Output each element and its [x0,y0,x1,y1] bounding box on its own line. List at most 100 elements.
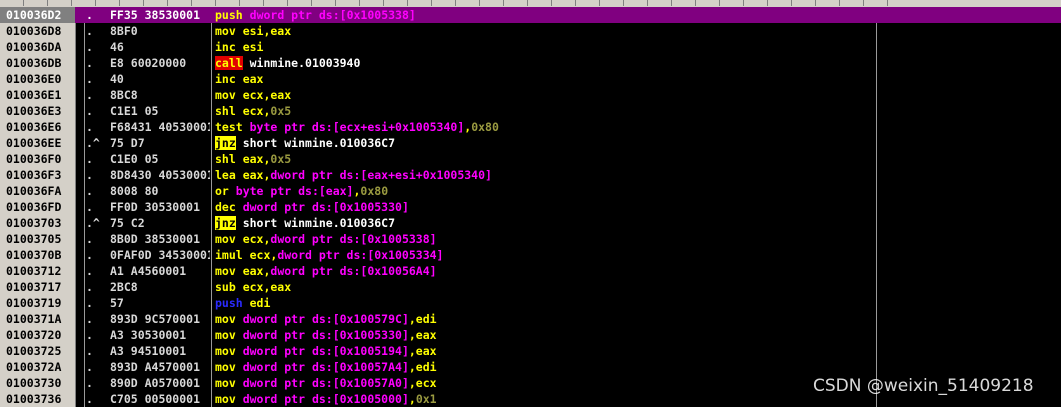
address-cell[interactable]: 01003717 [0,279,75,295]
disassembly-cell[interactable]: or byte ptr ds:[eax],0x80 [215,183,388,199]
disassembly-cell[interactable]: mov dword ptr ds:[0x1005330],eax [215,327,437,343]
instruction-row[interactable]: 010036E0. 40 inc eax [0,71,1061,87]
disassembly-cell[interactable]: call winmine.01003940 [215,55,360,71]
disassembly-cell[interactable]: shl eax,0x5 [215,151,291,167]
hex-bytes-cell[interactable]: C1E0 05 [110,151,210,167]
hex-bytes-cell[interactable]: FF35 38530001 [110,7,210,23]
disassembly-cell[interactable]: inc esi [215,39,263,55]
disassembly-cell[interactable]: shl ecx,0x5 [215,103,291,119]
hex-bytes-cell[interactable]: 75 D7 [110,135,210,151]
hex-bytes-cell[interactable]: 40 [110,71,210,87]
hex-bytes-cell[interactable]: 8D8430 40530001 [110,167,210,183]
disassembly-cell[interactable]: push edi [215,295,270,311]
address-cell[interactable]: 010036E0 [0,71,75,87]
instruction-row[interactable]: 010036EE .^ 75 D7 jnz short winmine.010036C… [0,135,1061,151]
hex-bytes-cell[interactable]: 0FAF0D 34530001 [110,247,210,263]
hex-bytes-cell[interactable]: A3 30530001 [110,327,210,343]
hex-bytes-cell[interactable]: 2BC8 [110,279,210,295]
instruction-row[interactable]: 010036E1. 8BC8 mov ecx,eax [0,87,1061,103]
hex-bytes-cell[interactable]: FF0D 30530001 [110,199,210,215]
hex-bytes-cell[interactable]: 893D 9C570001 [110,311,210,327]
address-cell[interactable]: 010036D2 [0,7,75,23]
address-cell[interactable]: 0100370B [0,247,75,263]
address-cell[interactable]: 010036F3 [0,167,75,183]
hex-bytes-cell[interactable]: 8BF0 [110,23,210,39]
instruction-row[interactable]: 01003703 .^ 75 C2 jnz short winmine.010036C… [0,215,1061,231]
instruction-row[interactable]: 010036DB. E8 60020000 call winmine.0100394… [0,55,1061,71]
instruction-row[interactable]: 0100372A. 893D A4570001 mov dword ptr ds:[… [0,359,1061,375]
disassembly-cell[interactable]: mov dword ptr ds:[0x1005000],0x1 [215,391,437,407]
instruction-row[interactable]: 010036F0. C1E0 05 shl eax,0x5 [0,151,1061,167]
address-cell[interactable]: 010036DB [0,55,75,71]
address-cell[interactable]: 0100372A [0,359,75,375]
instruction-row[interactable]: 01003712. A1 A4560001 mov eax,dword ptr ds… [0,263,1061,279]
instruction-row[interactable]: 010036FD. FF0D 30530001 dec dword ptr ds:[… [0,199,1061,215]
address-cell[interactable]: 010036E6 [0,119,75,135]
instruction-row[interactable]: 010036F3. 8D8430 40530001 lea eax,dword pt… [0,167,1061,183]
hex-bytes-cell[interactable]: F68431 40530001 [110,119,210,135]
disassembly-cell[interactable]: mov esi,eax [215,23,291,39]
disassembly-cell[interactable]: sub ecx,eax [215,279,291,295]
disassembly-cell[interactable]: mov ecx,eax [215,87,291,103]
disassembly-cell[interactable]: mov dword ptr ds:[0x10057A4],edi [215,359,437,375]
instruction-row[interactable]: 01003719. 57 push edi [0,295,1061,311]
instruction-row[interactable]: 01003705. 8B0D 38530001 mov ecx,dword ptr … [0,231,1061,247]
instruction-row[interactable]: 010036E3. C1E1 05 shl ecx,0x5 [0,103,1061,119]
disassembly-cell[interactable]: lea eax,dword ptr ds:[eax+esi+0x1005340] [215,167,492,183]
instruction-row[interactable]: 01003717. 2BC8 sub ecx,eax [0,279,1061,295]
hex-bytes-cell[interactable]: E8 60020000 [110,55,210,71]
address-cell[interactable]: 0100371A [0,311,75,327]
address-cell[interactable]: 010036DA [0,39,75,55]
instruction-row[interactable]: 01003725. A3 94510001 mov dword ptr ds:[0x… [0,343,1061,359]
address-cell[interactable]: 01003720 [0,327,75,343]
disassembly-cell[interactable]: jnz short winmine.010036C7 [215,135,395,151]
address-cell[interactable]: 01003703 [0,215,75,231]
disassembly-cell[interactable]: mov dword ptr ds:[0x1005194],eax [215,343,437,359]
selected-instruction-row[interactable]: 010036D2. FF35 38530001 push dword ptr ds:… [0,7,1061,23]
disassembly-cell[interactable]: mov dword ptr ds:[0x10057A0],ecx [215,375,437,391]
address-cell[interactable]: 010036E3 [0,103,75,119]
hex-bytes-cell[interactable]: 893D A4570001 [110,359,210,375]
disassembly-cell[interactable]: mov ecx,dword ptr ds:[0x1005338] [215,231,437,247]
address-cell[interactable]: 01003736 [0,391,75,407]
hex-bytes-cell[interactable]: C705 00500001 [110,391,210,407]
disassembly-cell[interactable]: mov eax,dword ptr ds:[0x10056A4] [215,263,437,279]
address-cell[interactable]: 01003730 [0,375,75,391]
disassembly-cell[interactable]: jnz short winmine.010036C7 [215,215,395,231]
disassembly-listing[interactable]: 010036D2. FF35 38530001 push dword ptr ds:… [0,7,1061,407]
disassembly-cell[interactable]: push dword ptr ds:[0x1005338] [215,7,416,23]
instruction-row[interactable]: 010036FA. 8008 80 or byte ptr ds:[eax],0x8… [0,183,1061,199]
header-segment [816,0,840,6]
hex-bytes-cell[interactable]: 46 [110,39,210,55]
disassembly-cell[interactable]: test byte ptr ds:[ecx+esi+0x1005340],0x8… [215,119,499,135]
instruction-row[interactable]: 01003720. A3 30530001 mov dword ptr ds:[0x… [0,327,1061,343]
address-cell[interactable]: 01003719 [0,295,75,311]
address-cell[interactable]: 01003725 [0,343,75,359]
instruction-row[interactable]: 010036E6. F68431 40530001 test byte ptr ds… [0,119,1061,135]
address-cell[interactable]: 010036F0 [0,151,75,167]
disassembly-cell[interactable]: inc eax [215,71,263,87]
disassembly-cell[interactable]: dec dword ptr ds:[0x1005330] [215,199,409,215]
address-cell[interactable]: 01003705 [0,231,75,247]
instruction-row[interactable]: 0100370B. 0FAF0D 34530001 imul ecx,dword p… [0,247,1061,263]
hex-bytes-cell[interactable]: C1E1 05 [110,103,210,119]
address-cell[interactable]: 01003712 [0,263,75,279]
hex-bytes-cell[interactable]: A3 94510001 [110,343,210,359]
hex-bytes-cell[interactable]: 890D A0570001 [110,375,210,391]
address-cell[interactable]: 010036FD [0,199,75,215]
hex-bytes-cell[interactable]: A1 A4560001 [110,263,210,279]
hex-bytes-cell[interactable]: 8BC8 [110,87,210,103]
address-cell[interactable]: 010036EE [0,135,75,151]
address-cell[interactable]: 010036D8 [0,23,75,39]
hex-bytes-cell[interactable]: 75 C2 [110,215,210,231]
instruction-row[interactable]: 010036D8. 8BF0 mov esi,eax [0,23,1061,39]
hex-bytes-cell[interactable]: 8B0D 38530001 [110,231,210,247]
instruction-row[interactable]: 010036DA. 46 inc esi [0,39,1061,55]
hex-bytes-cell[interactable]: 57 [110,295,210,311]
disassembly-cell[interactable]: imul ecx,dword ptr ds:[0x1005334] [215,247,443,263]
disassembly-cell[interactable]: mov dword ptr ds:[0x100579C],edi [215,311,437,327]
hex-bytes-cell[interactable]: 8008 80 [110,183,210,199]
address-cell[interactable]: 010036E1 [0,87,75,103]
address-cell[interactable]: 010036FA [0,183,75,199]
instruction-row[interactable]: 0100371A. 893D 9C570001 mov dword ptr ds:[… [0,311,1061,327]
